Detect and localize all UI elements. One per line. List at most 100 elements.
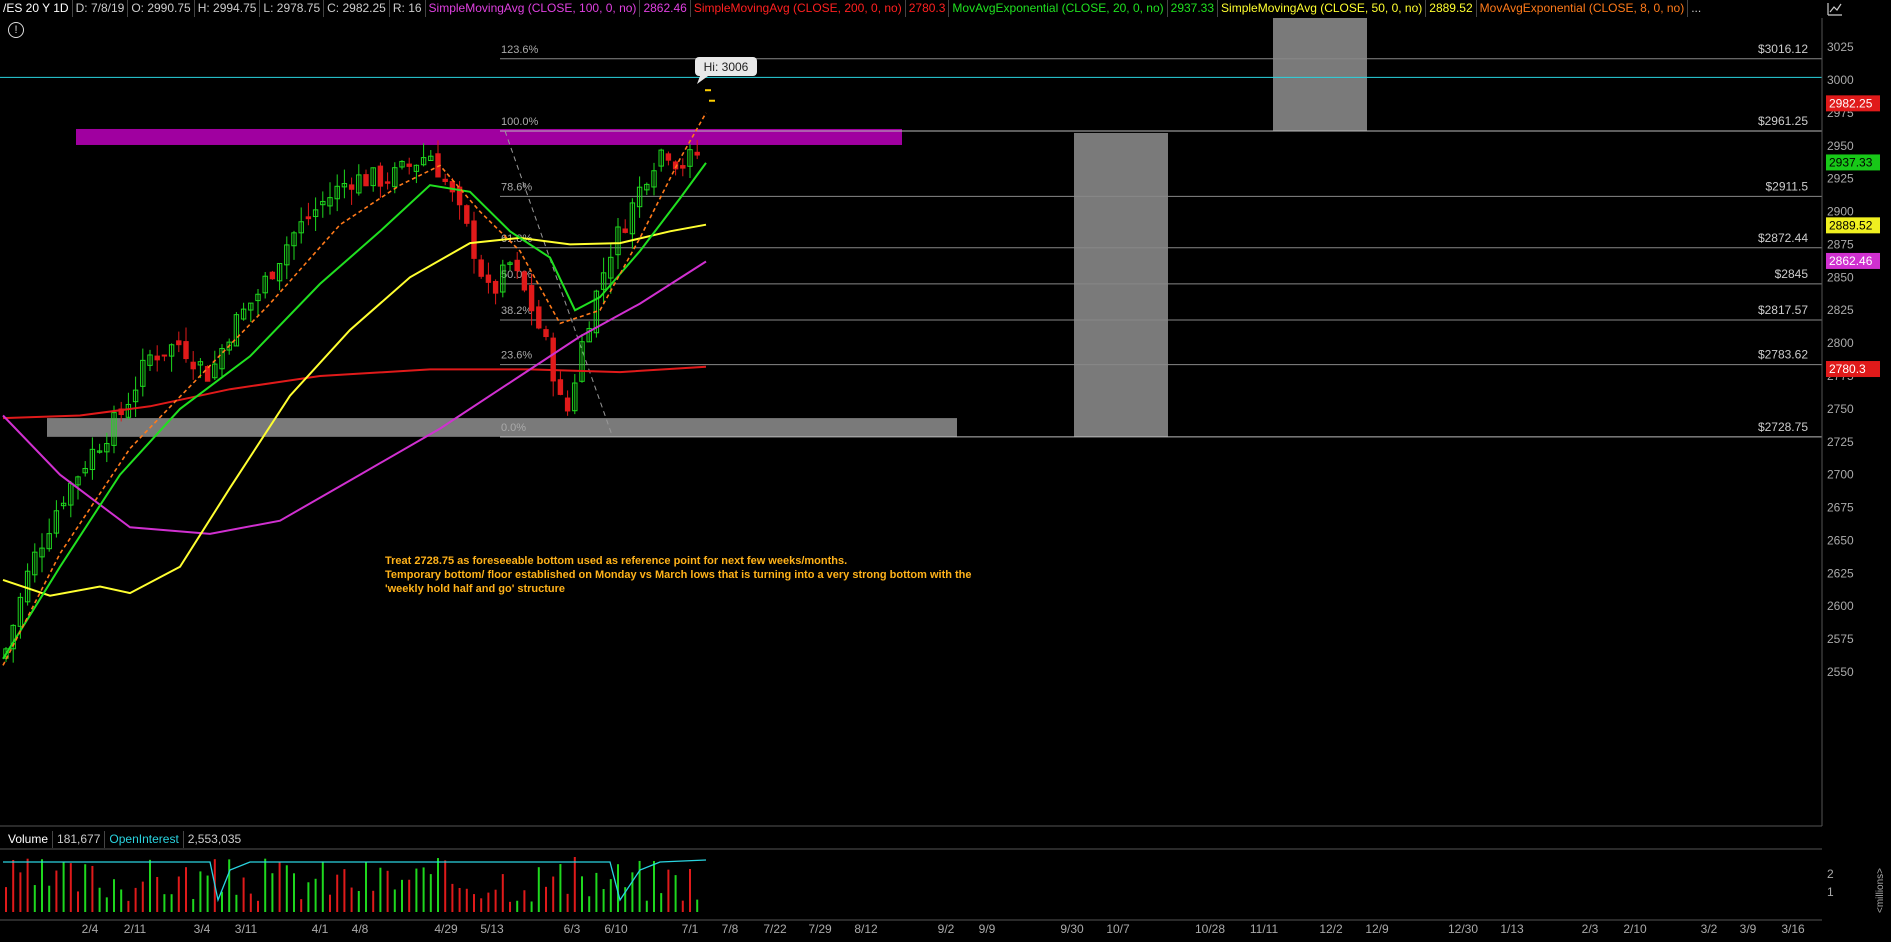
date-tick-26: 2/10 xyxy=(1623,922,1647,936)
price-badge-3: 2862.46 xyxy=(1829,254,1873,268)
volume-header: Volume 181,677 OpenInterest 2,553,035 xyxy=(4,831,245,848)
fib-percent-6: 23.6% xyxy=(501,350,532,362)
fib-price-3: $2872.44 xyxy=(1758,231,1808,245)
fib-percent-0: 123.6% xyxy=(501,44,539,56)
date-tick-17: 9/30 xyxy=(1060,922,1084,936)
date-tick-28: 3/9 xyxy=(1740,922,1757,936)
candle-body xyxy=(377,165,384,187)
date-tick-24: 1/13 xyxy=(1500,922,1524,936)
fib-percent-1: 100.0% xyxy=(501,116,539,128)
chart-annotation: Treat 2728.75 as foreseeable bottom used… xyxy=(385,554,972,596)
candle-body xyxy=(305,216,312,220)
date-tick-8: 6/3 xyxy=(564,922,581,936)
trading-chart-window: /ES 20 Y 1D D: 7/8/19 O: 2990.75 H: 2994.75… xyxy=(0,0,1891,942)
price-tick-11: 2750 xyxy=(1827,402,1854,416)
candle-body xyxy=(680,165,686,169)
price-tick-18: 2575 xyxy=(1827,632,1854,646)
date-tick-9: 6/10 xyxy=(604,922,628,936)
price-chart[interactable]: 123.6% $3016.12100.0% $2961.2578.6% $2911.5… xyxy=(0,0,1891,942)
candle-body xyxy=(442,178,448,182)
sma50-line xyxy=(2,223,707,597)
fib-percent-5: 38.2% xyxy=(501,305,532,317)
date-tick-16: 9/9 xyxy=(979,922,996,936)
candle-body xyxy=(204,366,211,382)
volume-label[interactable]: Volume xyxy=(4,831,54,848)
date-tick-22: 12/9 xyxy=(1365,922,1389,936)
candle-body xyxy=(190,361,196,370)
candle-body xyxy=(492,280,499,294)
price-tick-1: 3000 xyxy=(1827,73,1854,87)
date-tick-13: 7/29 xyxy=(808,922,832,936)
date-tick-29: 3/16 xyxy=(1781,922,1805,936)
candle-body xyxy=(154,355,160,361)
date-tick-11: 7/8 xyxy=(722,922,739,936)
candle-body xyxy=(363,174,369,187)
candle-body xyxy=(514,259,520,272)
price-tick-4: 2925 xyxy=(1827,172,1854,186)
candle-body xyxy=(694,151,700,156)
price-tick-5: 2900 xyxy=(1827,205,1854,219)
price-badge-0: 2982.25 xyxy=(1829,96,1873,110)
date-tick-21: 12/2 xyxy=(1319,922,1343,936)
date-tick-18: 10/7 xyxy=(1106,922,1130,936)
candle-body xyxy=(550,337,556,382)
candle-body xyxy=(557,379,564,395)
volume-value: 181,677 xyxy=(53,831,106,848)
price-tick-17: 2600 xyxy=(1827,599,1854,613)
annotation-line-2: Temporary bottom/ floor established on M… xyxy=(385,569,972,581)
fib-percent-2: 78.6% xyxy=(501,181,532,193)
fib-price-1: $2961.25 xyxy=(1758,114,1808,128)
fib-price-4: $2845 xyxy=(1775,267,1809,281)
candle-body xyxy=(536,306,542,329)
date-tick-19: 10/28 xyxy=(1195,922,1225,936)
price-tick-9: 2800 xyxy=(1827,336,1854,350)
fib-price-2: $2911.5 xyxy=(1766,179,1809,193)
volume-units-text: <millions> xyxy=(1875,868,1886,913)
volume-tick-0: 2 xyxy=(1827,867,1834,881)
price-tick-14: 2675 xyxy=(1827,501,1854,515)
price-tick-3: 2950 xyxy=(1827,139,1854,153)
price-tick-12: 2725 xyxy=(1827,435,1854,449)
annotation-line-3: 'weekly hold half and go' structure xyxy=(385,583,566,595)
price-tick-16: 2625 xyxy=(1827,566,1854,580)
date-tick-7: 5/13 xyxy=(480,922,504,936)
candle-body xyxy=(665,153,672,161)
date-tick-15: 9/2 xyxy=(938,922,955,936)
projection-box-lower xyxy=(1074,132,1168,437)
fib-price-7: $2728.75 xyxy=(1758,420,1808,434)
date-tick-10: 7/1 xyxy=(682,922,699,936)
open-interest-line xyxy=(3,859,707,903)
open-interest-label[interactable]: OpenInterest xyxy=(105,831,184,848)
date-tick-25: 2/3 xyxy=(1582,922,1599,936)
price-tick-8: 2825 xyxy=(1827,303,1854,317)
price-badge-4: 2780.3 xyxy=(1829,362,1866,376)
date-tick-12: 7/22 xyxy=(763,922,787,936)
date-tick-0: 2/4 xyxy=(82,922,99,936)
candle-body xyxy=(564,397,571,412)
candle-body xyxy=(348,184,355,190)
open-interest-value: 2,553,035 xyxy=(187,832,242,846)
price-tick-15: 2650 xyxy=(1827,533,1854,547)
candle-body xyxy=(478,259,484,277)
candle-body xyxy=(622,228,628,233)
date-tick-6: 4/29 xyxy=(434,922,458,936)
date-tick-5: 4/8 xyxy=(352,922,369,936)
candle-body xyxy=(406,163,412,167)
fib-price-5: $2817.57 xyxy=(1758,303,1808,317)
candle-body xyxy=(528,285,535,312)
price-tick-13: 2700 xyxy=(1827,468,1854,482)
candle-body xyxy=(543,329,549,338)
date-tick-4: 4/1 xyxy=(312,922,329,936)
date-tick-3: 3/11 xyxy=(235,922,258,936)
date-tick-27: 3/2 xyxy=(1701,922,1718,936)
candle-body xyxy=(183,341,189,360)
candle-today xyxy=(705,89,711,92)
price-badge-2: 2889.52 xyxy=(1829,218,1873,232)
candle-body xyxy=(485,274,492,283)
fib-price-6: $2783.62 xyxy=(1758,348,1808,362)
volume-tick-1: 1 xyxy=(1827,885,1834,899)
price-tick-0: 3025 xyxy=(1827,40,1854,54)
projection-box-upper xyxy=(1273,18,1367,131)
candle-body xyxy=(384,181,391,184)
candle-today-close xyxy=(709,99,715,102)
